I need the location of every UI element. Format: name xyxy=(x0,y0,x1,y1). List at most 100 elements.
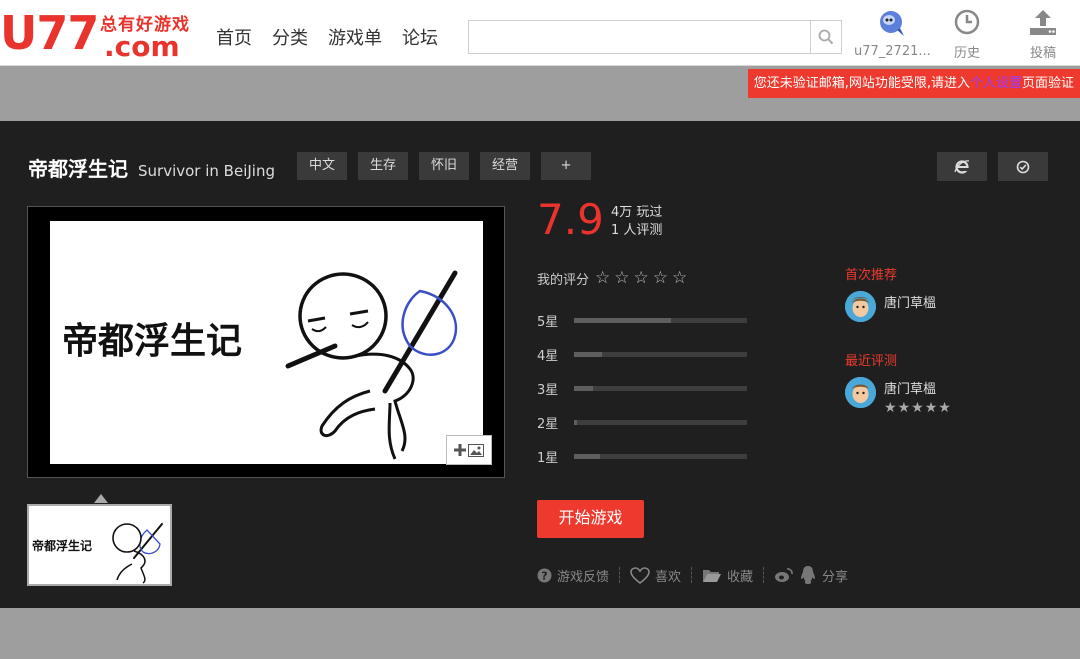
nav-home[interactable]: 首页 xyxy=(216,24,252,50)
preview-thumbnail[interactable]: 帝都浮生记 xyxy=(27,504,172,586)
divider xyxy=(691,567,693,583)
game-detail-panel: 帝都浮生记 Survivor in BeiJing 中文 生存 怀旧 经营 + xyxy=(0,121,1080,608)
star-icon[interactable]: ☆ xyxy=(595,268,610,288)
history-button[interactable]: 历史 xyxy=(944,8,990,61)
share-label: 分享 xyxy=(822,569,849,585)
logo-mark: U77 xyxy=(0,6,99,60)
user-avatar-icon xyxy=(880,11,904,36)
star-icon: ★ xyxy=(938,400,952,416)
rating-bar-row: 3星 xyxy=(537,377,757,411)
reviewer-name: 唐门草榲 xyxy=(884,382,937,397)
mark-played-button[interactable] xyxy=(998,152,1048,181)
tag-item[interactable]: 生存 xyxy=(358,152,409,180)
star-icon[interactable]: ☆ xyxy=(614,268,629,288)
search-box xyxy=(468,20,842,54)
rating-bar-fill xyxy=(574,318,671,323)
question-icon: ? xyxy=(537,568,552,582)
preview-image: 帝都浮生记 xyxy=(50,221,483,464)
main-nav: 首页 分类 游戏单 论坛 xyxy=(216,24,438,50)
user-menu[interactable]: u77_2721... xyxy=(854,8,931,59)
star-icon[interactable]: ☆ xyxy=(653,268,668,288)
first-recommend-user[interactable]: 唐门草榲 xyxy=(845,291,936,322)
star-icon[interactable]: ☆ xyxy=(634,268,649,288)
star-icon[interactable]: ☆ xyxy=(672,268,687,288)
collect-button[interactable]: 收藏 xyxy=(702,566,753,585)
search-input[interactable] xyxy=(469,21,811,53)
recent-review-label: 最近评测 xyxy=(845,354,898,369)
avatar xyxy=(845,377,876,408)
preview-title-text: 帝都浮生记 xyxy=(62,320,242,362)
recommender-name: 唐门草榲 xyxy=(884,296,937,311)
rating-bar-label: 2星 xyxy=(537,417,559,432)
history-label: 历史 xyxy=(953,46,980,61)
rating-bar-fill xyxy=(574,420,578,425)
review-count: 1 人评测 xyxy=(611,223,663,238)
upload-button[interactable]: 投稿 xyxy=(1020,8,1066,61)
upload-label: 投稿 xyxy=(1029,46,1056,61)
rating-bar-label: 1星 xyxy=(537,451,559,466)
nav-forum[interactable]: 论坛 xyxy=(402,24,438,50)
thumbnail-artwork: 帝都浮生记 xyxy=(32,523,163,584)
weibo-icon xyxy=(775,568,793,582)
rating-bar-label: 4星 xyxy=(537,349,559,364)
game-preview[interactable]: 帝都浮生记 xyxy=(27,206,505,478)
star-icon: ★ xyxy=(897,400,912,416)
game-title-en: Survivor in BeiJing xyxy=(138,162,275,180)
like-label: 喜欢 xyxy=(655,569,682,585)
add-image-button[interactable] xyxy=(446,435,492,465)
divider xyxy=(619,567,621,583)
star-icon: ★ xyxy=(924,400,939,416)
collect-label: 收藏 xyxy=(727,569,754,585)
rating-bar-track xyxy=(574,420,747,425)
rating-bar-row: 5星 xyxy=(537,309,757,343)
search-button[interactable] xyxy=(810,21,841,53)
personal-settings-link[interactable]: 个人设置 xyxy=(970,76,1022,91)
nav-categories[interactable]: 分类 xyxy=(272,24,308,50)
username-label: u77_2721... xyxy=(854,44,931,59)
rating-bar-row: 4星 xyxy=(537,343,757,377)
rating-bar-label: 5星 xyxy=(537,315,559,330)
tag-item[interactable]: 中文 xyxy=(297,152,348,180)
game-title: 帝都浮生记 Survivor in BeiJing xyxy=(28,153,275,182)
tag-item[interactable]: 经营 xyxy=(480,152,531,180)
first-recommend-label: 首次推荐 xyxy=(845,268,898,283)
plus-icon xyxy=(454,444,466,456)
rating-bar-label: 3星 xyxy=(537,383,559,398)
my-rating-label: 我的评分 xyxy=(537,272,590,288)
avatar xyxy=(845,291,876,322)
reviewer-rating-stars: ★★★★★ xyxy=(884,400,952,416)
tag-item[interactable]: 怀旧 xyxy=(419,152,470,180)
email-verify-notice: 您还未验证邮箱,网站功能受限,请进入个人设置页面验证 xyxy=(747,69,1080,98)
start-game-button[interactable]: 开始游戏 xyxy=(537,500,644,538)
play-stats: 4万 玩过 1 人评测 xyxy=(611,204,662,240)
nav-game-lists[interactable]: 游戏单 xyxy=(328,24,382,50)
my-rating-stars: ☆ ☆ ☆ ☆ ☆ xyxy=(595,268,687,288)
like-button[interactable]: 喜欢 xyxy=(630,566,681,585)
site-header: U77 总有好游戏 .com 首页 分类 游戏单 论坛 u77_2721... xyxy=(0,0,1080,66)
site-logo[interactable]: U77 总有好游戏 .com xyxy=(0,6,196,63)
upload-icon xyxy=(1030,10,1056,35)
star-icon: ★ xyxy=(911,400,925,416)
add-tag-button[interactable]: + xyxy=(541,152,592,180)
thumbnail-pointer xyxy=(94,494,108,503)
rating-bar-track xyxy=(574,454,747,459)
qq-icon xyxy=(801,566,815,584)
preview-artwork: 帝都浮生记 xyxy=(62,270,458,460)
search-icon xyxy=(818,29,834,45)
ie-icon xyxy=(954,159,970,174)
game-actions: ? 游戏反馈 喜欢 收藏 分享 xyxy=(537,565,848,585)
feedback-button[interactable]: ? 游戏反馈 xyxy=(537,566,609,585)
recent-review-user[interactable]: 唐门草榲 ★★★★★ xyxy=(845,377,952,416)
rating-bar-fill xyxy=(574,454,600,459)
rating-bar-track xyxy=(574,386,747,391)
tag-list: 中文 生存 怀旧 经营 + xyxy=(297,152,592,180)
rating-bar-fill xyxy=(574,386,594,391)
share-button[interactable]: 分享 xyxy=(774,565,848,585)
ie-open-button[interactable] xyxy=(937,152,987,181)
notice-text-end: 页面验证 xyxy=(1021,76,1074,91)
rating-bar-fill xyxy=(574,352,602,357)
score-value: 7.9 xyxy=(537,195,604,244)
logo-domain: .com xyxy=(104,30,180,63)
rating-distribution: 5星 4星 3星 2星 1星 xyxy=(537,309,757,479)
notice-text: 您还未验证邮箱,网站功能受限,请进入 xyxy=(753,76,970,91)
